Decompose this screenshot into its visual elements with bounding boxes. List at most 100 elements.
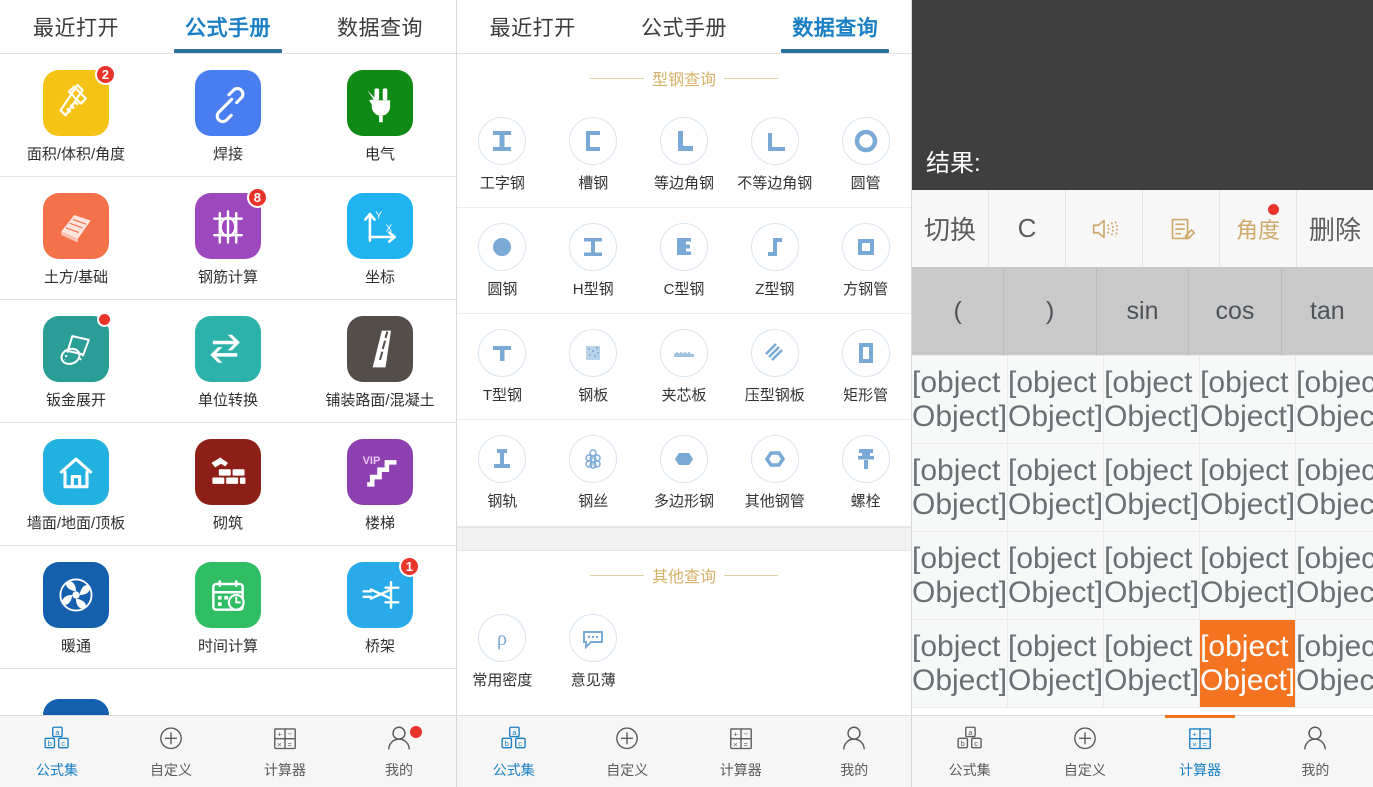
tab-formula-manual-p1[interactable]: 公式手册 — [152, 0, 304, 53]
key-divide[interactable]: [object Object] — [1296, 356, 1373, 444]
key-pi[interactable]: [object Object] — [912, 356, 1009, 444]
dq-item-bolt[interactable]: 螺栓 — [820, 420, 911, 526]
plus-circle-icon — [160, 727, 182, 750]
key-minus[interactable]: [object Object] — [1296, 532, 1373, 620]
dq-item-steel-rail[interactable]: 钢轨 — [457, 420, 548, 526]
key-9[interactable]: [object Object] — [1200, 356, 1297, 444]
nav-item-custom-p2[interactable]: 自定义 — [571, 716, 685, 787]
panel-data-query: 最近打开 公式手册 数据查询 型钢查询 工字钢 槽钢 等边角钢 不等边角钢 圆管… — [457, 0, 912, 787]
app-item-coordinate[interactable]: Y X 坐标 — [304, 177, 456, 299]
tab-data-query-p2[interactable]: 数据查询 — [760, 0, 911, 53]
app-item-cable-tray[interactable]: 1 桥架 — [304, 546, 456, 668]
app-item-pavement-concrete[interactable]: 铺装路面/混凝土 — [304, 300, 456, 422]
app-item-welding[interactable]: 焊接 — [152, 54, 304, 176]
nav-item-formula-set-p1[interactable]: abc 公式集 — [0, 716, 114, 787]
app-item-time-calculation[interactable]: 时间计算 — [152, 546, 304, 668]
nav-item-calculator-p1[interactable]: + − × = 计算器 — [228, 716, 342, 787]
dq-item-steel-plate[interactable]: 钢板 — [548, 314, 639, 419]
density-rho-icon: ρ — [478, 614, 527, 662]
nav-item-mine-p3[interactable]: 我的 — [1258, 716, 1373, 787]
key-percent[interactable]: [object Object] — [912, 620, 1009, 708]
nav-item-custom-p3[interactable]: 自定义 — [1027, 716, 1142, 787]
key-plus[interactable]: [object Object] — [1296, 620, 1373, 708]
app-item-wall-floor-ceiling[interactable]: 墙面/地面/顶板 — [0, 423, 152, 545]
dq-item-rectangular-tube[interactable]: 矩形管 — [820, 314, 911, 419]
dq-item-unequal-angle[interactable]: 不等边角钢 — [729, 102, 820, 207]
key-decimal[interactable]: [object Object] — [1104, 620, 1201, 708]
dq-item-other-pipe[interactable]: 其他钢管 — [729, 420, 820, 526]
dq-item-t-section[interactable]: T型钢 — [457, 314, 548, 419]
app-item-hvac[interactable]: 暖通 — [0, 546, 152, 668]
dq-item-square-tube[interactable]: 方钢管 — [820, 208, 911, 313]
angle-mode-button[interactable]: 角度 — [1220, 190, 1297, 267]
clear-button[interactable]: C — [989, 190, 1066, 267]
clear-label: C — [1017, 213, 1037, 243]
app-item-rebar-calculation[interactable]: 8 钢筋计算 — [152, 177, 304, 299]
key-6[interactable]: [object Object] — [1200, 444, 1297, 532]
key-sqrt[interactable]: [object Object] — [912, 532, 1009, 620]
tab-data-query-p1[interactable]: 数据查询 — [304, 0, 456, 53]
key-multiply[interactable]: [object Object] — [1296, 444, 1373, 532]
sound-button[interactable] — [1066, 190, 1143, 267]
key-close-paren[interactable]: ) — [1004, 268, 1097, 356]
app-item-sheet-metal[interactable]: 钣金展开 — [0, 300, 152, 422]
calculator-keypad: [object Object] [object Object] [object … — [912, 356, 1373, 708]
app-item-area-volume-angle[interactable]: 2 面积/体积/角度 — [0, 54, 152, 176]
app-item-masonry[interactable]: 砌筑 — [152, 423, 304, 545]
dq-item-c-section[interactable]: C型钢 — [639, 208, 730, 313]
key-open-paren[interactable]: ( — [912, 268, 1005, 356]
dq-item-h-beam[interactable]: H型钢 — [548, 208, 639, 313]
key-4[interactable]: [object Object] — [1008, 444, 1105, 532]
key-cos[interactable]: cos — [1189, 268, 1282, 356]
nav-item-formula-set-p2[interactable]: ab c 公式集 — [457, 716, 571, 787]
c-section-icon — [659, 222, 708, 271]
dq-item-i-beam[interactable]: 工字钢 — [457, 102, 548, 207]
nav-item-calculator-p2[interactable]: + − × = 计算器 — [684, 716, 798, 787]
dq-item-equal-angle[interactable]: 等边角钢 — [639, 102, 730, 207]
app-item-stairs[interactable]: VIP 楼梯 — [304, 423, 456, 545]
key-sin[interactable]: sin — [1096, 268, 1190, 356]
nav-item-mine-p2[interactable]: 我的 — [798, 716, 912, 787]
app-label: 暖通 — [60, 638, 91, 655]
svg-text:b: b — [504, 739, 508, 748]
app-item-electrical[interactable]: 电气 — [304, 54, 456, 176]
app-row: 2 面积/体积/角度 焊接 电气 — [0, 54, 456, 177]
delete-button[interactable]: 删除 — [1297, 190, 1373, 267]
key-8[interactable]: [object Object] — [1104, 356, 1201, 444]
svg-text:−: − — [1203, 730, 1208, 739]
switch-button[interactable]: 切换 — [912, 190, 989, 267]
dq-item-feedback[interactable]: 意见薄 — [548, 599, 639, 705]
dq-item-z-section[interactable]: Z型钢 — [729, 208, 820, 313]
key-0[interactable]: [object Object] — [1008, 620, 1105, 708]
dq-item-steel-wire[interactable]: 钢丝 — [548, 420, 639, 526]
nav-item-formula-set-p3[interactable]: ab c 公式集 — [912, 716, 1027, 787]
tab-formula-manual-p2[interactable]: 公式手册 — [608, 0, 759, 53]
dq-item-profiled-steel-sheet[interactable]: 压型钢板 — [729, 314, 820, 419]
dq-item-polygon-steel[interactable]: 多边形钢 — [639, 420, 730, 526]
dq-item-round-pipe[interactable]: 圆管 — [820, 102, 911, 207]
dq-item-density[interactable]: ρ 常用密度 — [457, 599, 548, 705]
key-square[interactable]: [object Object] — [912, 444, 1009, 532]
key-2[interactable]: [object Object] — [1104, 532, 1201, 620]
app-item-earthwork[interactable]: 土方/基础 — [0, 177, 152, 299]
nav-item-custom-p1[interactable]: 自定义 — [114, 716, 228, 787]
note-button[interactable] — [1143, 190, 1220, 267]
nav-item-calculator-p3[interactable]: + − × = 计算器 — [1143, 715, 1258, 787]
key-7[interactable]: [object Object] — [1008, 356, 1105, 444]
dq-item-sandwich-panel[interactable]: 夹芯板 — [639, 314, 730, 419]
key-1[interactable]: [object Object] — [1008, 532, 1105, 620]
key-tan[interactable]: tan — [1281, 268, 1373, 356]
tab-recent-p1[interactable]: 最近打开 — [0, 0, 152, 53]
dq-item-channel-steel[interactable]: 槽钢 — [548, 102, 639, 207]
tab-recent-p2[interactable]: 最近打开 — [457, 0, 608, 53]
app-row: 暖通 时间计算 1 桥架 — [0, 546, 456, 669]
key-3[interactable]: [object Object] — [1200, 532, 1297, 620]
welding-link-icon — [195, 70, 261, 136]
dq-item-round-steel[interactable]: 圆钢 — [457, 208, 548, 313]
dq-label: 多边形钢 — [653, 493, 714, 510]
app-item-unit-conversion[interactable]: 单位转换 — [152, 300, 304, 422]
key-5[interactable]: [object Object] — [1104, 444, 1201, 532]
plus-circle-icon — [616, 727, 639, 750]
key-equals[interactable]: [object Object] — [1200, 620, 1297, 708]
nav-item-mine-p1[interactable]: 我的 — [342, 716, 456, 787]
